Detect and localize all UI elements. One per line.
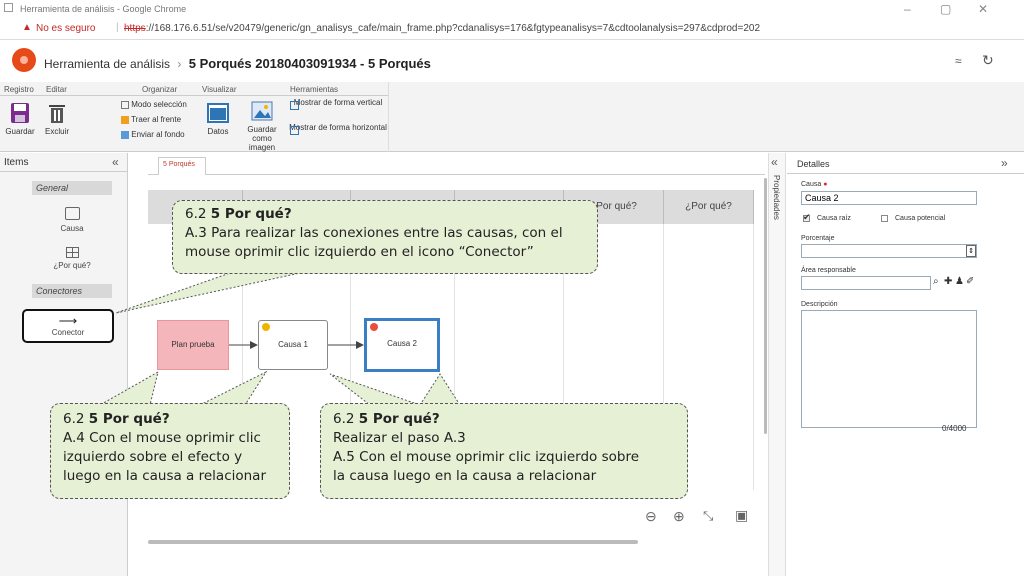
root-cause-label: Causa raíz [817, 215, 851, 222]
callout-top-line-2: mouse oprimir clic izquierdo en el icono… [185, 244, 534, 260]
export-image-icon[interactable]: ▣ [735, 507, 748, 524]
callout-left-line-1: A.4 Con el mouse oprimir clic [63, 430, 261, 446]
callout-right-line-3: la causa luego en la causa a relacionar [333, 468, 597, 484]
details-expand-button[interactable]: » [1001, 156, 1008, 170]
user-icon[interactable]: ♟ [955, 276, 964, 287]
callout-right-line-2: A.5 Con el mouse oprimir clic izquierdo … [333, 449, 640, 465]
details-divider [787, 173, 1024, 174]
potential-cause-checkbox[interactable] [881, 215, 888, 222]
callout-top-line-1: A.3 Para realizar las conexiones entre l… [185, 225, 563, 241]
properties-strip-label: Propiedades [772, 175, 781, 220]
callout-top-heading-bold: 5 Por qué? [210, 206, 292, 222]
description-counter: 0/4000 [942, 424, 967, 433]
vertical-scrollbar[interactable] [764, 178, 767, 434]
callout-right-heading: 6.2 5 Por qué? [333, 410, 675, 429]
callout-left-pointer-effect [98, 370, 159, 406]
clear-icon[interactable]: ✐ [966, 276, 974, 287]
callout-left-pointer-cause [199, 370, 268, 406]
horizontal-scrollbar[interactable] [148, 540, 638, 544]
callout-left-heading-bold: 5 Por qué? [88, 411, 170, 427]
cause-name-input[interactable]: Causa 2 [801, 191, 977, 205]
cause-field-label-text: Causa [801, 181, 822, 188]
required-icon: ● [823, 181, 828, 188]
spinner-icon[interactable]: ⇕ [966, 245, 976, 257]
zoom-in-icon[interactable]: ⊕ [673, 508, 685, 525]
percentage-label: Porcentaje [801, 235, 835, 242]
properties-strip[interactable]: « Propiedades [768, 153, 786, 576]
percentage-input[interactable] [801, 244, 977, 258]
callout-right-pointer-cause-1 [329, 373, 421, 406]
details-title: Detalles [797, 159, 830, 169]
fit-screen-icon[interactable]: ⤡ [703, 508, 713, 524]
area-input[interactable] [801, 276, 931, 290]
callout-connector-instruction: 6.2 5 Por qué? A.3 Para realizar las con… [172, 200, 598, 274]
callout-right-heading-bold: 5 Por qué? [358, 411, 440, 427]
callout-top-heading: 6.2 5 Por qué? [185, 205, 585, 224]
callout-top-heading-num: 6.2 [185, 206, 207, 222]
callout-right-heading-num: 6.2 [333, 411, 355, 427]
callout-left-heading: 6.2 5 Por qué? [63, 410, 277, 429]
callout-right-line-1: Realizar el paso A.3 [333, 430, 466, 446]
callout-cause-instruction: 6.2 5 Por qué? Realizar el paso A.3 A.5 … [320, 403, 688, 499]
app-window: Herramienta de análisis - Google Chrome … [0, 0, 1024, 576]
description-label: Descripción [801, 301, 838, 308]
add-icon[interactable]: ✚ [944, 276, 952, 287]
details-panel: Detalles » Causa ● Causa 2 ✔ Causa raíz … [787, 153, 1024, 576]
cause-field-label: Causa ● [801, 181, 827, 188]
search-icon[interactable]: ⌕ [933, 276, 939, 287]
description-textarea[interactable] [801, 310, 977, 428]
properties-collapse-button[interactable]: « [771, 155, 778, 169]
zoom-out-icon[interactable]: ⊖ [645, 508, 657, 525]
callout-left-line-3: luego en la causa a relacionar [63, 468, 267, 484]
callout-effect-instruction: 6.2 5 Por qué? A.4 Con el mouse oprimir … [50, 403, 290, 499]
callout-right-pointer-cause-2 [419, 373, 461, 406]
area-label: Área responsable [801, 267, 856, 274]
checkmark-icon: ✔ [803, 212, 811, 222]
potential-cause-label: Causa potencial [895, 215, 946, 222]
callout-left-heading-num: 6.2 [63, 411, 85, 427]
callout-top-pointer [115, 272, 301, 314]
callout-left-line-2: izquierdo sobre el efecto y [63, 449, 243, 465]
